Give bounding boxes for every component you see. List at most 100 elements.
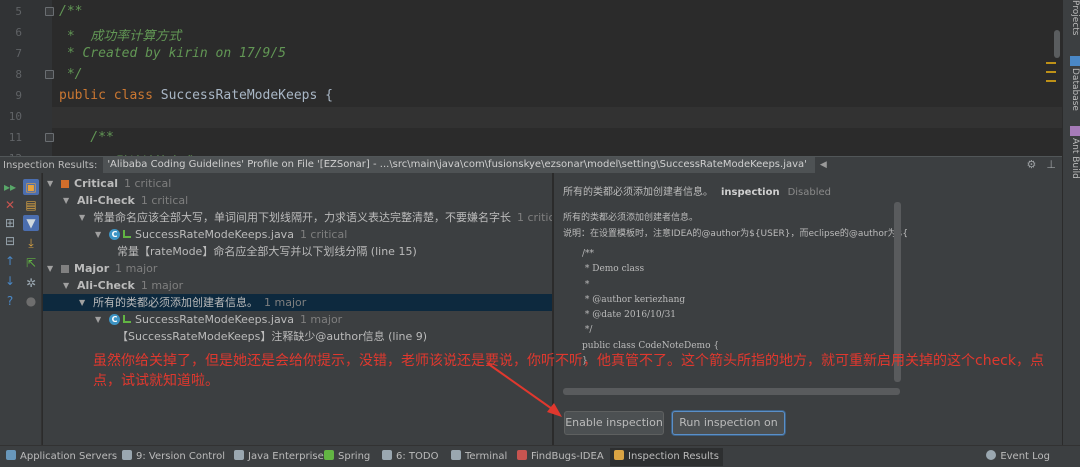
expand-toggle-icon[interactable]: ▼: [63, 192, 69, 209]
expand-toggle-icon[interactable]: ▼: [79, 294, 85, 311]
tool-window-server[interactable]: Application Servers: [2, 448, 121, 466]
source-leaf-icon: [123, 315, 131, 323]
source-leaf-icon: [123, 230, 131, 238]
tree-row-text: Ali-Check: [77, 279, 135, 292]
database-tab[interactable]: Database: [1064, 56, 1080, 111]
error-stripe-mark[interactable]: [1046, 62, 1056, 64]
code-editor[interactable]: 56789101112 /** * 成功率计算方式 * Created by k…: [0, 0, 1062, 156]
tree-row-file[interactable]: ▼ C SuccessRateModeKeeps.java 1 major: [43, 311, 552, 328]
group-by-directory-icon[interactable]: ▤: [23, 197, 39, 213]
enable-inspection-button[interactable]: Enable inspection: [564, 411, 664, 435]
annotation-text: 虽然你给关掉了，但是她还是会给你提示，没错，老师该说还是要说，你听不听，他真管不…: [93, 353, 1044, 389]
tree-row-group[interactable]: ▼ Ali-Check 1 critical: [43, 192, 552, 209]
detail-status: Disabled: [787, 187, 832, 198]
tree-row-label: 【SuccessRateModeKeeps】注释缺少@author信息 (lin…: [117, 328, 427, 345]
tree-row-text: 所有的类都必须添加创建者信息。: [93, 296, 258, 309]
tree-row-label: 常量【rateMode】命名应全部大写并以下划线分隔 (line 15): [117, 243, 417, 260]
tree-row-rule[interactable]: ▼ 所有的类都必须添加创建者信息。 1 major: [43, 294, 552, 311]
tree-row-problem[interactable]: 【SuccessRateModeKeeps】注释缺少@author信息 (lin…: [43, 328, 552, 345]
tool-window-label: Java Enterprise: [248, 451, 324, 462]
keyword: class: [113, 88, 153, 103]
tool-window-findbugs[interactable]: FindBugs-IDEA: [513, 448, 608, 466]
next-icon[interactable]: ↓: [2, 273, 18, 289]
tool-window-label: 9: Version Control: [136, 451, 226, 462]
stop-icon[interactable]: ✕: [2, 197, 18, 213]
event-log-icon: [986, 450, 997, 460]
run-inspection-button[interactable]: Run inspection on ...: [672, 411, 785, 445]
event-log-button[interactable]: Event Log: [982, 448, 1054, 466]
problem-count: 1 major: [115, 262, 158, 275]
tree-row-group[interactable]: ▼ Ali-Check 1 major: [43, 277, 552, 294]
inspection-tree[interactable]: ▼ Critical 1 critical ▼ Ali-Check 1 critical ▼…: [43, 173, 552, 445]
expand-toggle-icon[interactable]: ▼: [95, 226, 101, 243]
detail-inspection-word: inspection: [721, 187, 780, 198]
help-icon[interactable]: ?: [2, 293, 18, 309]
group-by-severity-icon[interactable]: ▣: [23, 179, 39, 195]
expand-toggle-icon[interactable]: ▼: [79, 209, 85, 226]
todo-icon: [382, 450, 392, 460]
tool-window-todo[interactable]: 6: TODO: [378, 448, 442, 466]
tab-dropdown-icon[interactable]: ◀: [820, 160, 827, 170]
tree-row-label: Ali-Check 1 major: [77, 277, 183, 294]
autoscroll-icon[interactable]: ⇱: [23, 255, 39, 271]
tree-row-rule[interactable]: ▼ 常量命名应该全部大写，单词间用下划线隔开，力求语义表达完整清楚，不要嫌名字长 1…: [43, 209, 552, 226]
tool-window-terminal[interactable]: Terminal: [447, 448, 511, 466]
tree-row-problem[interactable]: 常量【rateMode】命名应全部大写并以下划线分隔 (line 15): [43, 243, 552, 260]
tree-row-file[interactable]: ▼ C SuccessRateModeKeeps.java 1 critical: [43, 226, 552, 243]
inspection-results-tab[interactable]: 'Alibaba Coding Guidelines' Profile on F…: [103, 157, 815, 173]
code-line: * Created by kirin on 17/9/5: [59, 46, 286, 61]
detail-title: 所有的类都必须添加创建者信息。 inspection Disabled: [563, 183, 831, 198]
tree-row-severity-critical[interactable]: ▼ Critical 1 critical: [43, 175, 552, 192]
problem-count: 1 critical: [124, 177, 172, 190]
expand-all-icon[interactable]: ⊞: [2, 215, 18, 231]
projects-tab[interactable]: Projects: [1064, 0, 1080, 35]
ant-build-tab[interactable]: Ant Build: [1064, 126, 1080, 179]
line-number: 6: [15, 26, 22, 39]
tree-row-text: Critical: [74, 177, 119, 190]
inspection-results-label: Inspection Results:: [3, 159, 98, 171]
run-icon[interactable]: ▸▸: [2, 179, 18, 195]
bulb-icon[interactable]: ●: [23, 293, 39, 309]
tree-row-text: 常量【rateMode】命名应全部大写并以下划线分隔 (line 15): [117, 245, 417, 258]
tree-row-label: Critical 1 critical: [74, 175, 171, 192]
tree-row-severity-major[interactable]: ▼ Major 1 major: [43, 260, 552, 277]
tree-row-label: SuccessRateModeKeeps.java 1 major: [135, 311, 342, 328]
problem-count: 1 critical: [299, 228, 348, 241]
tool-window-java-ee[interactable]: Java Enterprise: [230, 448, 328, 466]
server-icon: [6, 450, 16, 460]
code-area[interactable]: /** * 成功率计算方式 * Created by kirin on 17/9…: [52, 0, 1062, 156]
tree-row-text: Major: [74, 262, 110, 275]
tool-window-vcs[interactable]: 9: Version Control: [118, 448, 229, 466]
detail-rule-name: 所有的类都必须添加创建者信息。: [563, 187, 713, 198]
description-line: 所有的类都必须添加创建者信息。: [563, 213, 699, 223]
tool-window-inspection[interactable]: Inspection Results: [610, 448, 723, 466]
filter-icon[interactable]: ▼: [23, 215, 39, 231]
detail-description: 所有的类都必须添加创建者信息。 说明：在设置模板时，注意IDEA的@author…: [563, 210, 908, 242]
pin-icon[interactable]: ⊥: [1046, 158, 1056, 171]
settings-icon[interactable]: ✲: [23, 275, 39, 291]
editor-scrollbar[interactable]: [1054, 30, 1060, 58]
terminal-icon: [451, 450, 461, 460]
tool-window-label: Terminal: [465, 451, 508, 462]
tool-window-spring[interactable]: Spring: [320, 448, 374, 466]
tree-row-label: Ali-Check 1 critical: [77, 192, 188, 209]
expand-toggle-icon[interactable]: ▼: [95, 311, 101, 328]
error-stripe-mark[interactable]: [1046, 80, 1056, 82]
collapse-all-icon[interactable]: ⊟: [2, 233, 18, 249]
event-log-label: Event Log: [1000, 451, 1050, 462]
expand-toggle-icon[interactable]: ▼: [47, 175, 53, 192]
gear-icon[interactable]: ⚙: [1027, 158, 1037, 171]
export-icon[interactable]: ⤓: [23, 235, 39, 251]
inspection-toolbar: ▸▸ ✕ ⊞ ⊟ ↑ ↓ ? ▣ ▤ ▼ ⤓ ⇱ ✲ ●: [0, 173, 42, 445]
previous-icon[interactable]: ↑: [2, 253, 18, 269]
tool-window-bar: Application Servers 9: Version Control Jav…: [0, 445, 1080, 467]
problem-count: 1 critical: [517, 211, 552, 224]
class-name: SuccessRateModeKeeps {: [160, 88, 333, 103]
code-line: /**: [59, 130, 114, 145]
critical-severity-icon: [61, 180, 69, 188]
error-stripe-mark[interactable]: [1046, 71, 1056, 73]
keyword: public: [59, 88, 106, 103]
expand-toggle-icon[interactable]: ▼: [47, 260, 53, 277]
database-icon: [1070, 56, 1080, 66]
expand-toggle-icon[interactable]: ▼: [63, 277, 69, 294]
